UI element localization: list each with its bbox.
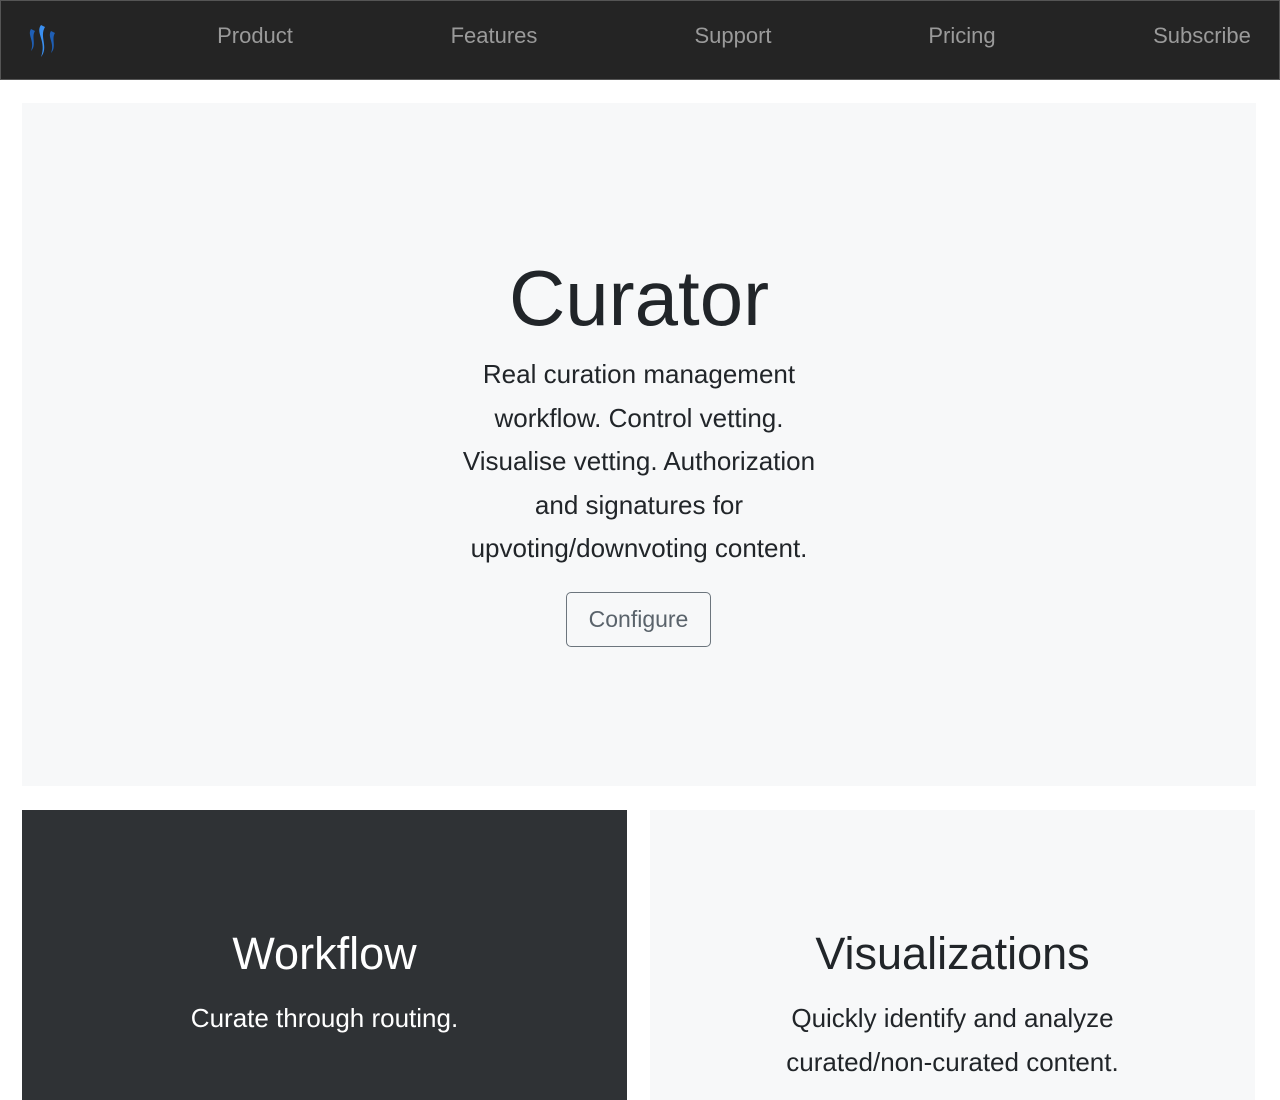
hero-section: Curator Real curation management workflo… (22, 103, 1256, 786)
top-navbar: Product Features Support Pricing Subscri… (0, 0, 1280, 80)
visualizations-card: Visualizations Quickly identify and anal… (650, 810, 1255, 1100)
workflow-text: Curate through routing. (190, 1003, 459, 1033)
hero-title: Curator (508, 254, 770, 342)
nav-support[interactable]: Support (694, 23, 771, 49)
workflow-card: Workflow Curate through routing. (22, 810, 627, 1100)
visualizations-title: Visualizations (815, 928, 1090, 979)
hero-description: Real curation management workflow. Contr… (462, 359, 816, 563)
nav-pricing[interactable]: Pricing (928, 23, 995, 49)
workflow-title: Workflow (232, 928, 417, 979)
nav-product[interactable]: Product (217, 23, 293, 49)
nav-subscribe[interactable]: Subscribe (1153, 23, 1251, 49)
visualizations-text: Quickly identify and analyze curated/non… (786, 1003, 1119, 1077)
steem-logo-icon[interactable] (25, 23, 65, 59)
configure-button[interactable]: Configure (566, 592, 711, 647)
nav-features[interactable]: Features (451, 23, 538, 49)
